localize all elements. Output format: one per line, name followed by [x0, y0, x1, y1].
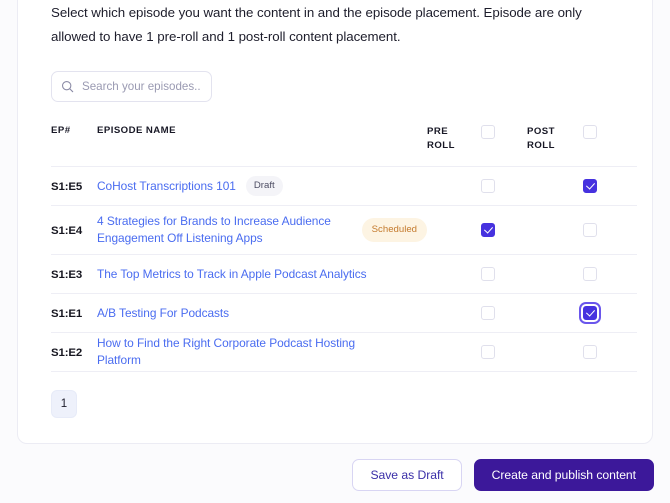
cell-post-roll-checkbox: [581, 293, 637, 333]
card-content: Select which episode you want the conten…: [34, 1, 637, 418]
select-all-pre-roll-checkbox[interactable]: [481, 125, 495, 139]
episode-name-link[interactable]: A/B Testing For Podcasts: [97, 305, 229, 322]
pagination-page-1[interactable]: 1: [51, 390, 77, 418]
episode-name-link[interactable]: CoHost Transcriptions 101: [97, 178, 236, 195]
column-header-pre-roll-line2: ROLL: [427, 140, 455, 151]
episode-name-link[interactable]: The Top Metrics to Track in Apple Podcas…: [97, 266, 367, 283]
instructions-text: Select which episode you want the conten…: [51, 5, 582, 44]
cell-episode-name: How to Find the Right Corporate Podcast …: [97, 332, 427, 372]
column-header-episode-name-label: EPISODE NAME: [97, 125, 176, 136]
pre-roll-checkbox[interactable]: [481, 178, 495, 193]
table-body: S1:E5 CoHost Transcriptions 101 Draft S1:E4…: [51, 166, 637, 372]
column-header-episode-name: EPISODE NAME: [97, 125, 427, 167]
episode-number-label: S1:E4: [51, 225, 83, 237]
episode-number-label: S1:E3: [51, 269, 83, 281]
column-header-pre-roll: PRE ROLL: [427, 125, 479, 167]
cell-episode-number: S1:E4: [51, 205, 97, 255]
column-header-ep-label: EP#: [51, 125, 71, 136]
cell-post-roll-spacer: [527, 293, 581, 333]
search-icon: [61, 80, 74, 93]
column-header-post-roll-line2: ROLL: [527, 140, 555, 151]
episode-table-wrapper: EP# EPISODE NAME PRE ROLL POST ROLL S1:E…: [34, 125, 637, 372]
cell-episode-number: S1:E1: [51, 293, 97, 333]
cell-pre-roll-spacer: [427, 205, 479, 255]
episode-name-link[interactable]: 4 Strategies for Brands to Increase Audi…: [97, 213, 352, 247]
select-all-post-roll-checkbox[interactable]: [583, 125, 597, 139]
footer-actions: Save as Draft Create and publish content: [352, 459, 654, 491]
cell-pre-roll-checkbox: [479, 166, 527, 206]
cell-pre-roll-spacer: [427, 293, 479, 333]
cell-pre-roll-checkbox: [479, 332, 527, 372]
pre-roll-checkbox[interactable]: [481, 222, 495, 237]
search-box[interactable]: [51, 71, 212, 102]
create-and-publish-button[interactable]: Create and publish content: [473, 459, 654, 491]
cell-pre-roll-checkbox: [479, 254, 527, 294]
cell-pre-roll-spacer: [427, 166, 479, 206]
table-row: S1:E5 CoHost Transcriptions 101 Draft: [51, 166, 637, 206]
cell-post-roll-spacer: [527, 205, 581, 255]
cell-episode-number: S1:E3: [51, 254, 97, 294]
table-row: S1:E1 A/B Testing For Podcasts: [51, 293, 637, 333]
pre-roll-checkbox[interactable]: [481, 305, 495, 320]
episode-table: EP# EPISODE NAME PRE ROLL POST ROLL S1:E…: [51, 125, 637, 372]
column-header-post-roll-select-all: [581, 125, 637, 167]
cell-episode-name: CoHost Transcriptions 101 Draft: [97, 166, 427, 206]
post-roll-checkbox[interactable]: [583, 178, 597, 193]
pre-roll-checkbox[interactable]: [481, 344, 495, 359]
table-row: S1:E4 4 Strategies for Brands to Increase…: [51, 205, 637, 255]
post-roll-checkbox[interactable]: [583, 222, 597, 237]
status-badge: Draft: [245, 176, 283, 196]
cell-post-roll-spacer: [527, 254, 581, 294]
post-roll-checkbox[interactable]: [583, 344, 597, 359]
pre-roll-checkbox[interactable]: [481, 266, 495, 281]
cell-pre-roll-checkbox: [479, 293, 527, 333]
cell-post-roll-checkbox: [581, 254, 637, 294]
cell-episode-name: The Top Metrics to Track in Apple Podcas…: [97, 254, 427, 294]
cell-pre-roll-spacer: [427, 254, 479, 294]
cell-post-roll-checkbox: [581, 166, 637, 206]
episode-number-label: S1:E5: [51, 181, 83, 193]
episode-number-label: S1:E1: [51, 308, 83, 320]
episode-name-link[interactable]: How to Find the Right Corporate Podcast …: [97, 335, 383, 369]
table-head: EP# EPISODE NAME PRE ROLL POST ROLL: [51, 125, 637, 167]
cell-episode-name: 4 Strategies for Brands to Increase Audi…: [97, 205, 427, 255]
cell-post-roll-spacer: [527, 332, 581, 372]
column-header-post-roll: POST ROLL: [527, 125, 581, 167]
post-roll-checkbox[interactable]: [583, 305, 597, 320]
table-row: S1:E3 The Top Metrics to Track in Apple P…: [51, 254, 637, 294]
table-header-row: EP# EPISODE NAME PRE ROLL POST ROLL: [51, 125, 637, 167]
save-as-draft-button[interactable]: Save as Draft: [352, 459, 462, 491]
cell-episode-name: A/B Testing For Podcasts: [97, 293, 427, 333]
column-header-pre-roll-line1: PRE: [427, 126, 449, 137]
column-header-post-roll-line1: POST: [527, 126, 555, 137]
post-roll-checkbox[interactable]: [583, 266, 597, 281]
cell-post-roll-checkbox: [581, 332, 637, 372]
cell-post-roll-checkbox: [581, 205, 637, 255]
cell-pre-roll-spacer: [427, 332, 479, 372]
cell-episode-number: S1:E5: [51, 166, 97, 206]
table-row: S1:E2 How to Find the Right Corporate Pod…: [51, 332, 637, 372]
episode-selection-card: Select which episode you want the conten…: [17, 0, 653, 444]
search-input[interactable]: [82, 80, 200, 93]
cell-pre-roll-checkbox: [479, 205, 527, 255]
episode-placement-screen: Select which episode you want the conten…: [0, 0, 670, 503]
pagination: 1: [51, 390, 636, 418]
cell-post-roll-spacer: [527, 166, 581, 206]
status-badge: Scheduled: [361, 218, 427, 242]
column-header-pre-roll-select-all: [479, 125, 527, 167]
episode-number-label: S1:E2: [51, 347, 83, 359]
cell-episode-number: S1:E2: [51, 332, 97, 372]
column-header-ep: EP#: [51, 125, 97, 167]
